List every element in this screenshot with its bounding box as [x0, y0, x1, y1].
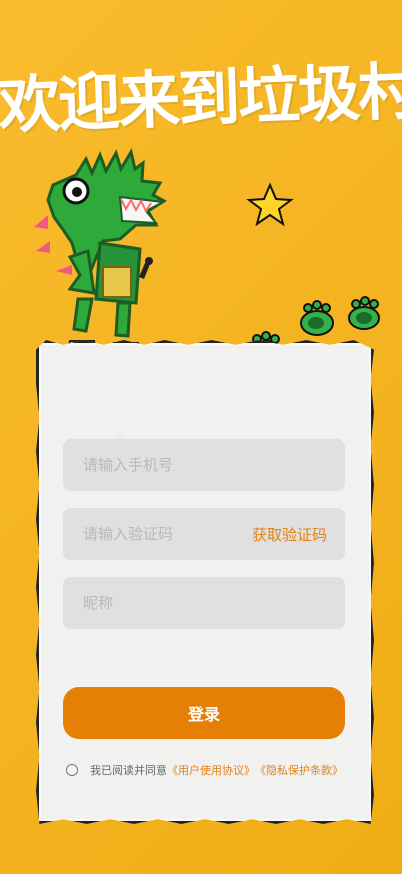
agreement-radio[interactable]: [66, 764, 78, 776]
code-input-container: 获取验证码: [63, 508, 345, 560]
agreement-prefix: 我已阅读并同意: [90, 764, 167, 777]
star-doodle: [246, 182, 294, 226]
phone-input[interactable]: [81, 455, 327, 475]
nickname-input-container: [63, 577, 345, 629]
page-title: 欢迎来到垃圾村: [0, 54, 402, 143]
login-screen: 欢迎来到垃圾村 请输入手机号 请输入验证码 获取验证码 昵称 登录 我已阅读并同…: [0, 0, 402, 874]
agreement-row: 我已阅读并同意 《用户使用协议》 《隐私保护条款》: [66, 761, 356, 779]
paw-doodle-1: [300, 300, 334, 336]
get-code-button[interactable]: 获取验证码: [252, 524, 327, 545]
phone-input-container: [63, 439, 345, 491]
paw-doodle-2: [348, 296, 380, 330]
privacy-policy-link[interactable]: 《隐私保护条款》: [255, 762, 343, 778]
dinosaur-illustration: [34, 148, 167, 356]
nickname-input[interactable]: [81, 593, 327, 613]
login-button[interactable]: 登录: [63, 687, 345, 739]
user-agreement-link[interactable]: 《用户使用协议》: [167, 762, 255, 778]
login-card: 获取验证码 登录 我已阅读并同意 《用户使用协议》 《隐私保护条款》: [36, 340, 374, 824]
verification-code-input[interactable]: [81, 524, 246, 544]
